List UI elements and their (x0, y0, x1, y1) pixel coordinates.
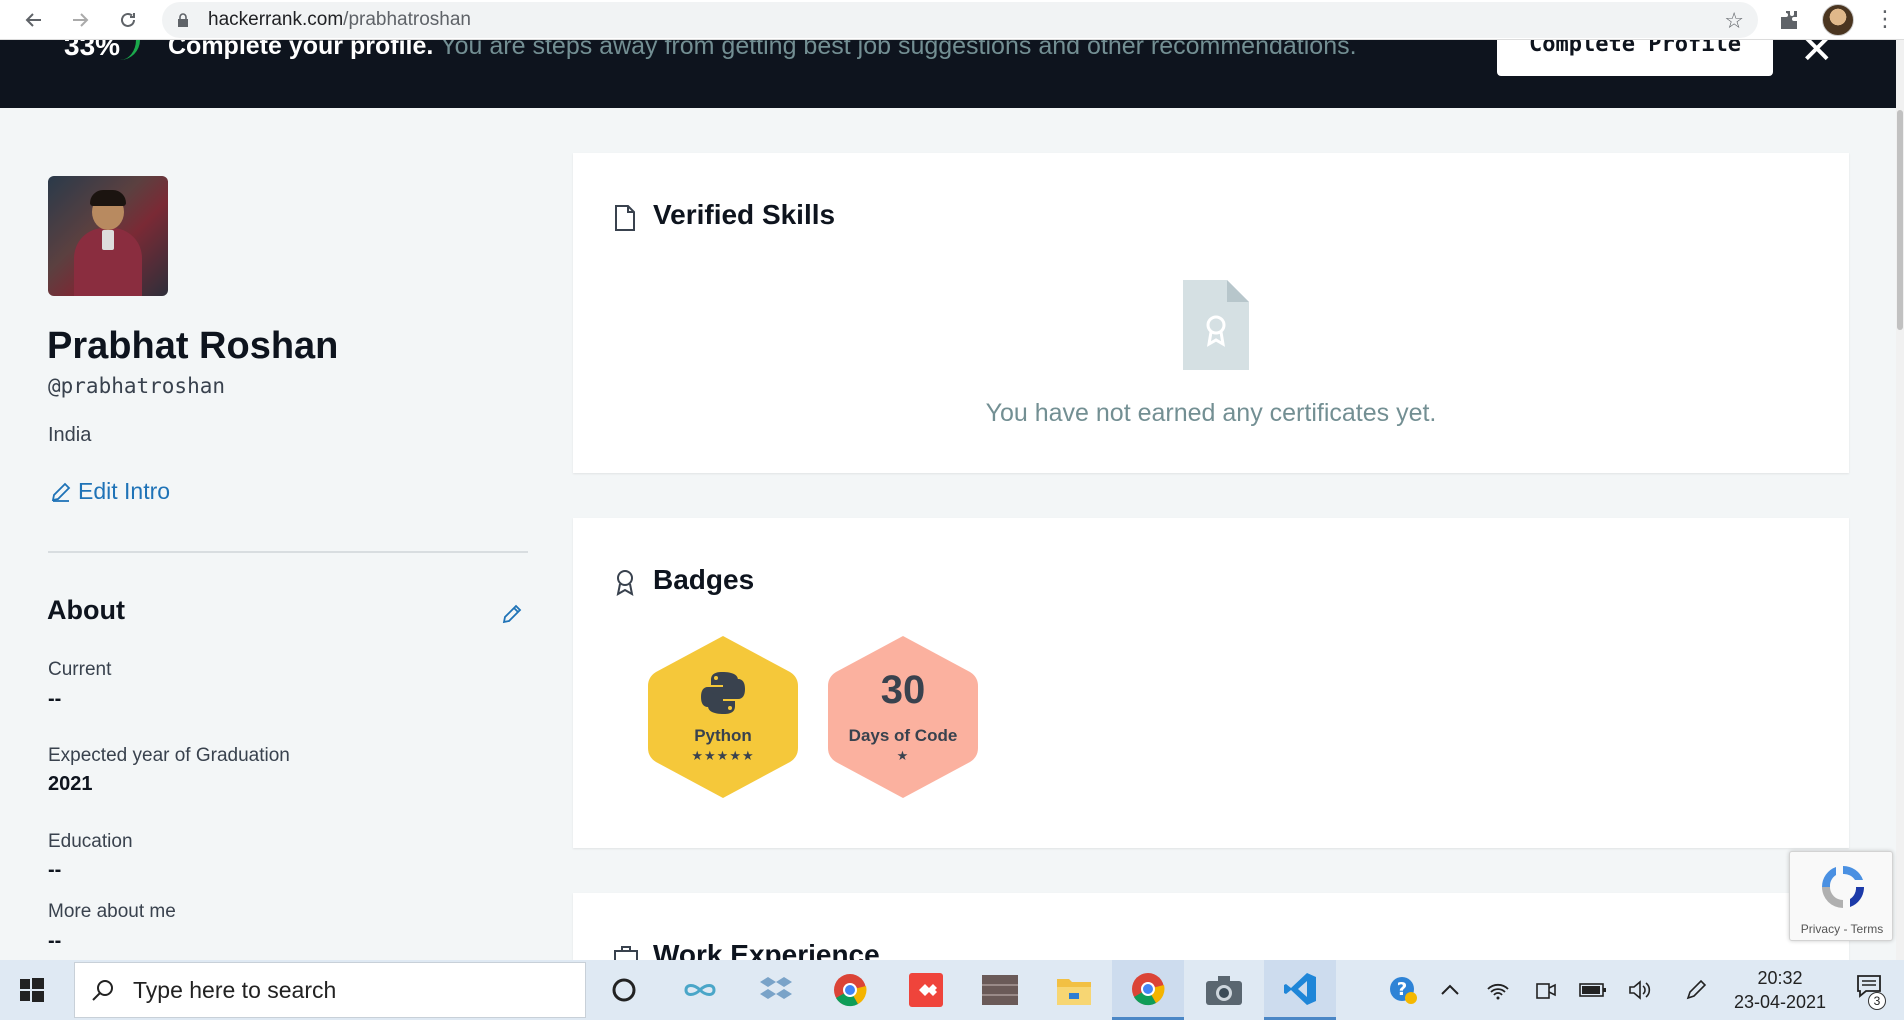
edit-intro-label: Edit Intro (78, 478, 171, 504)
back-arrow-icon[interactable] (14, 0, 54, 40)
recaptcha-logo-icon (1821, 865, 1865, 908)
badge-ribbon-icon (616, 570, 634, 596)
help-notification-icon[interactable]: ? (1384, 960, 1422, 1020)
no-certificates-message: You have not earned any certificates yet… (985, 399, 1437, 427)
badges-title: Badges (653, 564, 755, 595)
chrome-beta-icon[interactable] (1112, 960, 1184, 1020)
verified-skills-card: Verified Skills You have not earned any … (573, 153, 1849, 473)
progress-ring-icon (116, 40, 140, 60)
about-field-label: More about me (48, 901, 176, 922)
python-icon (701, 672, 745, 714)
pencil-icon (51, 482, 71, 502)
chrome-icon[interactable] (814, 960, 886, 1020)
file-explorer-icon[interactable] (1038, 960, 1110, 1020)
about-field-value: -- (48, 688, 62, 710)
badge-label: Python (694, 726, 752, 745)
document-icon (615, 205, 635, 231)
profile-avatar (48, 176, 168, 296)
badge-number: 30 (880, 668, 926, 712)
page-scrollbar[interactable] (1896, 40, 1904, 960)
taskbar-search-input[interactable]: Type here to search (74, 962, 586, 1018)
profile-completion-percent: 33% (64, 40, 121, 61)
work-experience-title: Work Experience (653, 939, 880, 960)
wifi-icon[interactable] (1482, 960, 1514, 1020)
profile-name: Prabhat Roshan (47, 325, 339, 367)
url-text: hackerrank.com/prabhatroshan (208, 9, 471, 30)
camera-icon[interactable] (1188, 960, 1260, 1020)
badge-python[interactable]: Python ★★★★★ (648, 634, 798, 800)
about-field-value: -- (48, 859, 62, 881)
battery-icon[interactable] (1576, 960, 1610, 1020)
complete-profile-banner: 33% Complete your profile. You are steps… (0, 40, 1896, 108)
badge-label: Days of Code (848, 726, 958, 745)
meet-now-icon[interactable] (1530, 960, 1562, 1020)
edit-intro-link[interactable]: Edit Intro (50, 478, 170, 505)
verified-skills-title: Verified Skills (653, 199, 836, 230)
pen-icon[interactable] (1680, 960, 1712, 1020)
chevron-up-icon[interactable] (1434, 960, 1466, 1020)
lock-icon (178, 13, 188, 27)
complete-profile-button[interactable]: Complete Profile (1497, 40, 1773, 76)
certificate-icon (1183, 280, 1249, 370)
address-bar[interactable]: hackerrank.com/prabhatroshan ☆ (162, 2, 1758, 38)
forward-arrow-icon[interactable] (60, 0, 100, 40)
badge-stars: ★ (896, 748, 910, 763)
volume-icon[interactable] (1624, 960, 1656, 1020)
close-icon[interactable]: ✕ (1800, 40, 1834, 70)
work-experience-card: Work Experience (573, 893, 1849, 960)
badge-days-of-code[interactable]: 30 Days of Code ★ (828, 634, 978, 800)
windows-start-icon[interactable] (20, 978, 44, 1002)
anydesk-icon[interactable] (890, 960, 962, 1020)
badge-stars: ★★★★★ (691, 748, 755, 763)
bookmark-star-icon[interactable]: ☆ (1724, 8, 1744, 34)
about-field-label: Education (48, 831, 133, 852)
about-edit-pencil-icon[interactable] (500, 602, 524, 626)
cortana-icon[interactable] (588, 960, 660, 1020)
system-clock[interactable]: 20:32 23-04-2021 (1720, 966, 1840, 1014)
about-title: About (47, 595, 125, 625)
browser-profile-avatar[interactable] (1822, 4, 1854, 36)
windows-taskbar: Type here to search ? 20:32 23-04-2021 3 (0, 960, 1904, 1020)
browser-menu-icon[interactable]: ⋮ (1874, 6, 1896, 32)
recaptcha-widget[interactable]: Privacy - Terms (1789, 851, 1893, 941)
badges-card: Badges Python ★★★★★ 30 Days of Code ★ (573, 518, 1849, 848)
scrollbar-thumb[interactable] (1897, 110, 1903, 330)
vscode-icon[interactable] (1264, 960, 1336, 1020)
extensions-puzzle-icon[interactable] (1778, 8, 1802, 32)
profile-handle: @prabhatroshan (48, 374, 226, 398)
dropbox-icon[interactable] (740, 960, 812, 1020)
archive-app-icon[interactable] (964, 960, 1036, 1020)
divider (48, 551, 528, 553)
about-field-label: Expected year of Graduation (48, 745, 290, 766)
about-field-value: 2021 (48, 773, 93, 795)
notification-count-badge: 3 (1868, 992, 1886, 1010)
banner-message: Complete your profile. You are steps awa… (168, 40, 1357, 60)
browser-toolbar: hackerrank.com/prabhatroshan ☆ ⋮ (0, 0, 1904, 40)
search-icon (92, 980, 113, 1001)
recaptcha-links[interactable]: Privacy - Terms (1790, 922, 1894, 936)
reload-icon[interactable] (108, 0, 148, 40)
about-field-value: -- (48, 930, 62, 952)
briefcase-icon (614, 946, 638, 960)
infinity-app-icon[interactable] (664, 960, 736, 1020)
profile-country: India (48, 424, 92, 446)
about-field-label: Current (48, 659, 112, 680)
